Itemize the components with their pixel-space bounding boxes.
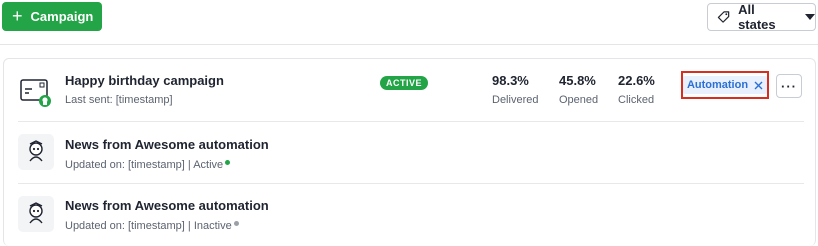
campaign-updated: Updated on: [timestamp] | Inactive [65, 220, 239, 232]
campaign-title[interactable]: News from Awesome automation [65, 198, 269, 213]
campaign-updated-text: Updated on: [timestamp] | [65, 159, 194, 171]
plus-icon: + [12, 5, 23, 26]
tag-label: Automation [686, 79, 749, 91]
chevron-down-icon [805, 14, 815, 20]
stat-label: Delivered [492, 94, 539, 106]
campaign-title[interactable]: Happy birthday campaign [65, 73, 224, 88]
stat-value: 98.3% [492, 73, 529, 88]
status-dot-icon [233, 221, 239, 226]
campaign-row[interactable]: News from Awesome automation Updated on:… [18, 184, 804, 244]
stat-opened: 45.8% Opened [559, 73, 598, 106]
status-badge: ACTIVE [380, 76, 429, 90]
add-campaign-button[interactable]: + Campaign [2, 2, 102, 31]
campaign-state: Inactive [193, 220, 232, 232]
stat-value: 45.8% [559, 73, 596, 88]
close-icon[interactable] [754, 81, 763, 90]
campaign-title[interactable]: News from Awesome automation [65, 137, 269, 152]
campaign-row[interactable]: News from Awesome automation Updated on:… [18, 122, 804, 184]
campaign-updated: Updated on: [timestamp] | Active [65, 159, 231, 171]
stat-label: Opened [559, 94, 599, 106]
stat-label: Clicked [618, 94, 655, 106]
status-dot-icon [225, 160, 231, 165]
robot-icon [18, 134, 54, 170]
tag-highlight: Automation [681, 71, 769, 99]
email-campaign-icon [20, 79, 51, 107]
tag-icon [717, 11, 730, 23]
filter-label: All states [738, 2, 776, 32]
campaign-state: Active [193, 159, 224, 171]
stat-value: 22.6% [618, 73, 655, 88]
toolbar: + Campaign All states [0, 0, 818, 45]
campaign-list: Happy birthday campaign Last sent: [time… [3, 58, 816, 246]
robot-icon [18, 196, 54, 232]
campaign-last-sent: Last sent: [timestamp] [65, 94, 173, 106]
stat-delivered: 98.3% Delivered [492, 73, 538, 106]
campaign-row[interactable]: Happy birthday campaign Last sent: [time… [18, 59, 804, 122]
state-filter-dropdown[interactable]: All states [707, 2, 816, 32]
automation-tag[interactable]: Automation [682, 76, 768, 94]
add-campaign-label: Campaign [30, 9, 94, 24]
more-actions-button[interactable]: ··· [776, 74, 802, 98]
campaign-updated-text: Updated on: [timestamp] | [65, 220, 194, 232]
more-icon: ··· [781, 78, 797, 94]
stat-clicked: 22.6% Clicked [618, 73, 655, 106]
